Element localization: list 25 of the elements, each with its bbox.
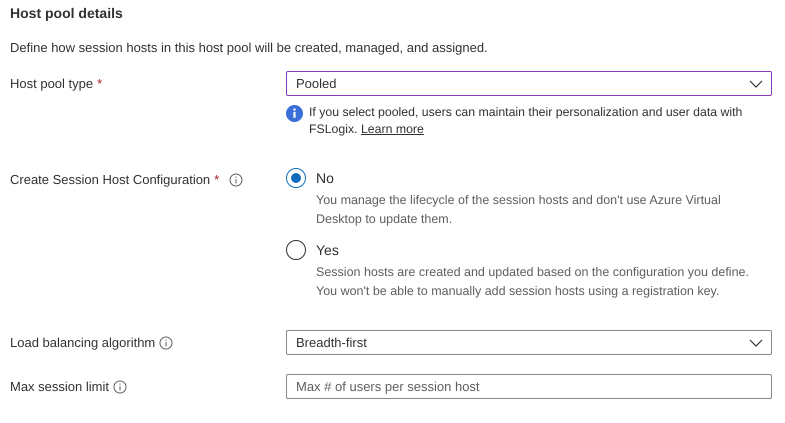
chevron-down-icon xyxy=(749,80,763,88)
info-note: If you select pooled, users can maintain their personalization and user data with FSLogix. Learn more xyxy=(309,104,744,138)
required-mark: * xyxy=(214,172,220,187)
section-title: Host pool details xyxy=(10,4,124,22)
field-label: Host pool type xyxy=(10,76,94,91)
section-description: Define how session hosts in this host pool will be created, managed, and assigned. xyxy=(10,39,489,57)
radio-label: No xyxy=(316,170,334,186)
learn-more-link[interactable]: Learn more xyxy=(360,122,424,136)
field-label: Max session limit xyxy=(10,379,109,394)
field-label: Create Session Host Configuration xyxy=(10,172,210,187)
info-icon[interactable] xyxy=(229,172,244,186)
option-description: You manage the lifecycle of the session hosts and don't use Azure Virtual Desktop to update them. xyxy=(315,192,722,228)
info-icon[interactable] xyxy=(112,380,127,394)
radio-label: Yes xyxy=(316,242,339,258)
dropdown[interactable]: Pooled xyxy=(286,71,772,96)
radio-button[interactable] xyxy=(286,240,306,260)
field-label: Load balancing algorithm xyxy=(10,335,156,350)
input-field[interactable]: Max # of users per session host xyxy=(286,374,772,399)
required-mark: * xyxy=(97,76,102,91)
radio-button[interactable] xyxy=(286,168,306,188)
info-icon xyxy=(286,105,303,122)
info-icon[interactable] xyxy=(159,336,174,350)
chevron-down-icon xyxy=(749,338,763,346)
dropdown[interactable]: Breadth-first xyxy=(286,330,772,355)
option-description: Session hosts are created and updated based on the configuration you define. You won't be able to manually add session hosts using a registration key. xyxy=(315,264,750,300)
